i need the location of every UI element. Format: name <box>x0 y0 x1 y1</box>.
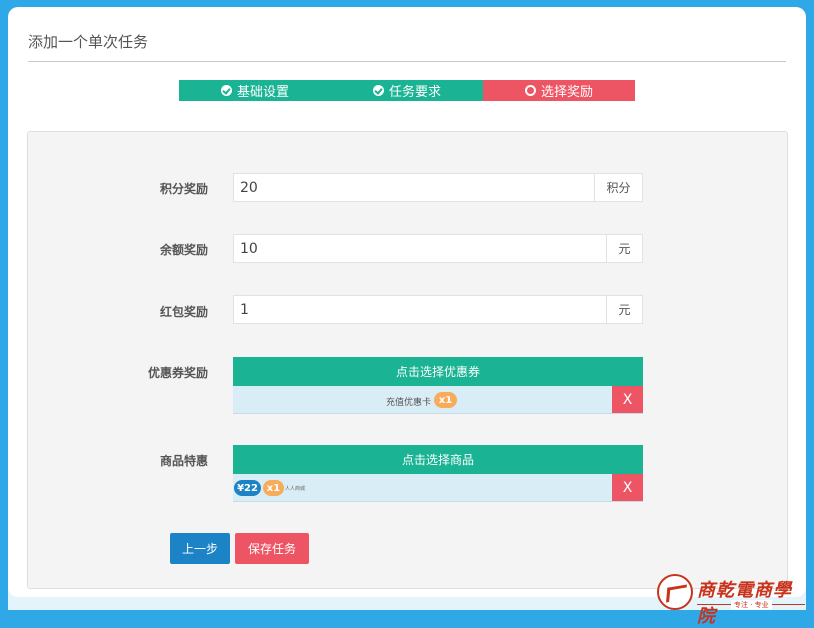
page-title: 添加一个单次任务 <box>28 33 149 51</box>
balance-unit: 元 <box>606 235 642 262</box>
points-reward-input[interactable]: 20 <box>234 174 594 201</box>
balance-reward-input[interactable]: 10 <box>234 235 606 262</box>
previous-step-button[interactable]: 上一步 <box>170 533 230 564</box>
redpacket-reward-label: 红包奖励 <box>159 305 208 319</box>
check-circle-icon <box>372 85 384 96</box>
selected-goods-row: ¥22 x1 人人商城 X <box>233 474 643 502</box>
coupon-reward-label: 优惠券奖励 <box>147 366 208 380</box>
redpacket-unit: 元 <box>606 296 642 323</box>
watermark-logo: 商乾電商學院 专注 · 专业 <box>657 572 809 627</box>
logo-emblem-icon <box>657 574 693 610</box>
redpacket-reward-field: 1 元 <box>233 295 643 324</box>
selected-coupon-row: 充值优惠卡 x1 X <box>233 386 643 414</box>
points-unit: 积分 <box>594 174 642 201</box>
save-task-button[interactable]: 保存任务 <box>235 533 309 564</box>
points-reward-label: 积分奖励 <box>159 182 208 196</box>
points-reward-field: 20 积分 <box>233 173 643 202</box>
step-label: 任务要求 <box>388 85 441 100</box>
coupon-name: 充值优惠卡 <box>386 398 432 408</box>
goods-special-label: 商品特惠 <box>159 454 208 468</box>
step-basic-settings[interactable]: 基础设置 <box>179 80 331 101</box>
step-select-reward[interactable]: 选择奖励 <box>483 80 635 101</box>
redpacket-reward-input[interactable]: 1 <box>234 296 606 323</box>
check-circle-icon <box>220 85 232 96</box>
balance-reward-field: 10 元 <box>233 234 643 263</box>
goods-name: 人人商城 <box>285 486 306 492</box>
step-indicator: 基础设置 任务要求 选择奖励 <box>179 80 635 101</box>
step-task-requirements[interactable]: 任务要求 <box>331 80 483 101</box>
reward-form: 积分奖励 20 积分 余额奖励 10 元 红包奖励 1 元 优惠券奖励 点击选择… <box>27 131 788 589</box>
step-label: 选择奖励 <box>540 85 593 100</box>
balance-reward-label: 余额奖励 <box>159 243 208 257</box>
select-goods-button[interactable]: 点击选择商品 <box>233 445 643 474</box>
remove-goods-button[interactable]: X <box>612 474 643 501</box>
goods-price-badge: ¥22 <box>234 480 261 496</box>
remove-coupon-button[interactable]: X <box>612 386 643 413</box>
select-coupon-button[interactable]: 点击选择优惠券 <box>233 357 643 386</box>
logo-tagline: 专注 · 专业 <box>731 600 772 610</box>
coupon-qty-badge: x1 <box>434 392 457 408</box>
circle-outline-icon <box>524 85 536 96</box>
step-label: 基础设置 <box>236 85 289 100</box>
title-divider <box>28 61 786 62</box>
main-panel: 添加一个单次任务 基础设置 任务要求 选择奖励 积分奖励 20 积分 余额奖励 … <box>8 7 806 597</box>
goods-qty-badge: x1 <box>263 480 284 496</box>
